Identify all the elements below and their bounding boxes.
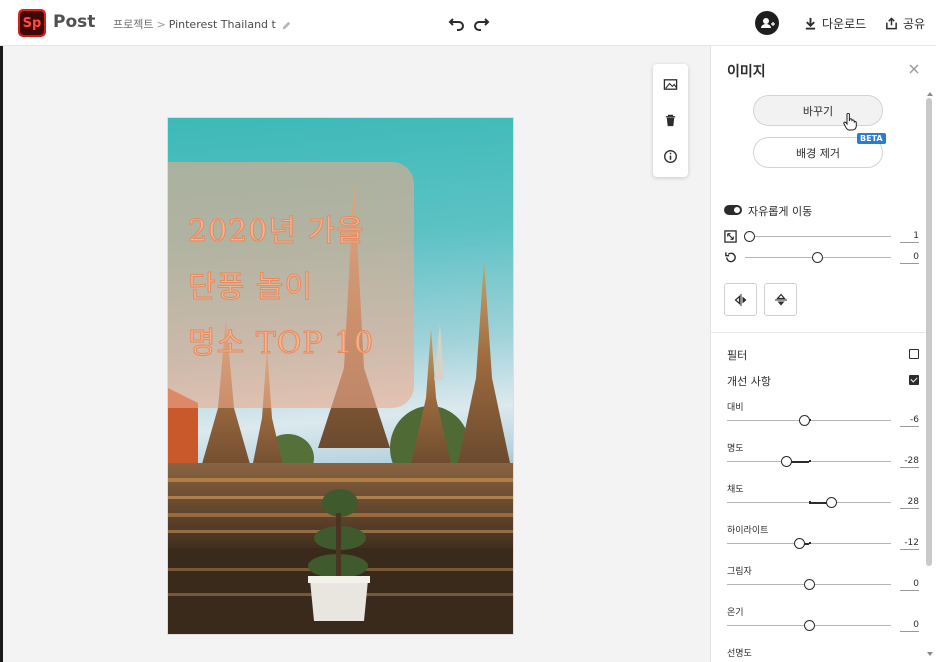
adjustment-label: 대비: [727, 403, 744, 413]
image-properties-panel: 이미지 바꾸기 배경 제거 BETA 자유롭게 이동 1 0 필터 개선 사항 …: [710, 46, 936, 662]
filter-label: 필터: [727, 349, 748, 362]
free-move-label: 자유롭게 이동: [748, 205, 813, 218]
replace-button[interactable]: 바꾸기: [753, 95, 883, 126]
element-toolbar: [653, 64, 688, 177]
adjustment-center-tick: [808, 542, 811, 544]
section-divider: [711, 332, 927, 333]
download-label: 다운로드: [822, 17, 867, 31]
close-icon[interactable]: [907, 62, 921, 76]
adjustment-thumb[interactable]: [803, 579, 815, 590]
adjustment-label: 명도: [727, 444, 744, 454]
download-icon: [805, 17, 816, 30]
project-title[interactable]: Pinterest Thailand t: [169, 18, 276, 31]
flip-horizontal-icon: [734, 293, 746, 306]
panel-title: 이미지: [727, 64, 766, 80]
adjustment-label: 채도: [727, 485, 744, 495]
adjustment-thumb[interactable]: [798, 415, 810, 426]
app-name: Post: [53, 12, 96, 32]
headline-line-1[interactable]: 2020년 가을: [188, 206, 365, 250]
flip-vertical-button[interactable]: [764, 283, 797, 316]
info-icon[interactable]: [663, 149, 678, 164]
enhance-checkbox[interactable]: [909, 375, 919, 385]
adjustment-label: 온기: [727, 608, 744, 618]
breadcrumb: 프로젝트 > Pinterest Thailand t: [113, 16, 292, 32]
adjustment-center-tick: [808, 501, 811, 503]
app-logo-text: Sp: [20, 11, 44, 35]
adjustment-value[interactable]: 0: [900, 579, 919, 591]
redo-icon[interactable]: [471, 13, 491, 33]
rotate-icon: [725, 252, 736, 263]
adjustment-label: 그림자: [727, 567, 752, 577]
account-avatar[interactable]: [755, 11, 779, 35]
undo-icon[interactable]: [447, 13, 467, 33]
download-button[interactable]: 다운로드: [804, 15, 866, 32]
scroll-down-arrow[interactable]: [927, 652, 933, 656]
user-add-icon: [761, 18, 775, 28]
panel-scrollbar[interactable]: [926, 98, 932, 566]
share-icon: [886, 17, 897, 30]
headline-line-3[interactable]: 명소 TOP 10: [187, 318, 374, 362]
share-label: 공유: [903, 17, 926, 31]
filter-checkbox[interactable]: [909, 349, 919, 359]
adjustment-thumb[interactable]: [826, 497, 838, 508]
adjustment-value[interactable]: -6: [900, 415, 919, 427]
scale-thumb[interactable]: [744, 231, 755, 242]
enhance-label: 개선 사항: [727, 375, 771, 388]
adjustment-thumb[interactable]: [780, 456, 792, 467]
pencil-icon[interactable]: [281, 20, 292, 31]
adjustment-center-tick: [808, 460, 811, 462]
adjustment-value[interactable]: 28: [900, 497, 919, 509]
app-logo[interactable]: Sp: [18, 9, 46, 37]
canvas-edge: [0, 46, 3, 662]
scroll-up-arrow[interactable]: [927, 92, 933, 96]
replace-label: 바꾸기: [802, 104, 834, 118]
remove-background-label: 배경 제거: [796, 146, 840, 160]
resize-icon: [724, 230, 737, 243]
poster-design[interactable]: 2020년 가을 단풍 놀이 명소 TOP 10: [168, 118, 513, 634]
top-bar: Sp Post 프로젝트 > Pinterest Thailand t 다운로드 공…: [0, 0, 936, 46]
adjustment-thumb[interactable]: [803, 620, 815, 631]
share-button[interactable]: 공유: [885, 15, 925, 32]
flip-horizontal-button[interactable]: [724, 283, 757, 316]
adjustment-thumb[interactable]: [793, 538, 805, 549]
adjustment-label: 하이라이트: [727, 526, 769, 536]
breadcrumb-separator: >: [156, 18, 166, 31]
adjustment-value[interactable]: -12: [900, 538, 919, 550]
adjustment-value[interactable]: 0: [900, 620, 919, 632]
free-move-toggle[interactable]: [724, 205, 742, 215]
scale-track[interactable]: [745, 236, 891, 237]
adjustment-label: 선명도: [727, 649, 752, 659]
beta-badge: BETA: [857, 133, 886, 144]
headline-line-2[interactable]: 단풍 놀이: [188, 262, 313, 306]
rotate-thumb[interactable]: [812, 252, 823, 263]
rotate-value[interactable]: 0: [900, 252, 919, 264]
trash-icon[interactable]: [663, 113, 678, 128]
scale-value[interactable]: 1: [900, 231, 919, 243]
hand-cursor-icon: [843, 113, 857, 131]
breadcrumb-parent[interactable]: 프로젝트: [113, 18, 153, 31]
image-icon[interactable]: [663, 77, 678, 92]
flip-vertical-icon: [774, 293, 787, 305]
adjustment-value[interactable]: -28: [900, 456, 919, 468]
